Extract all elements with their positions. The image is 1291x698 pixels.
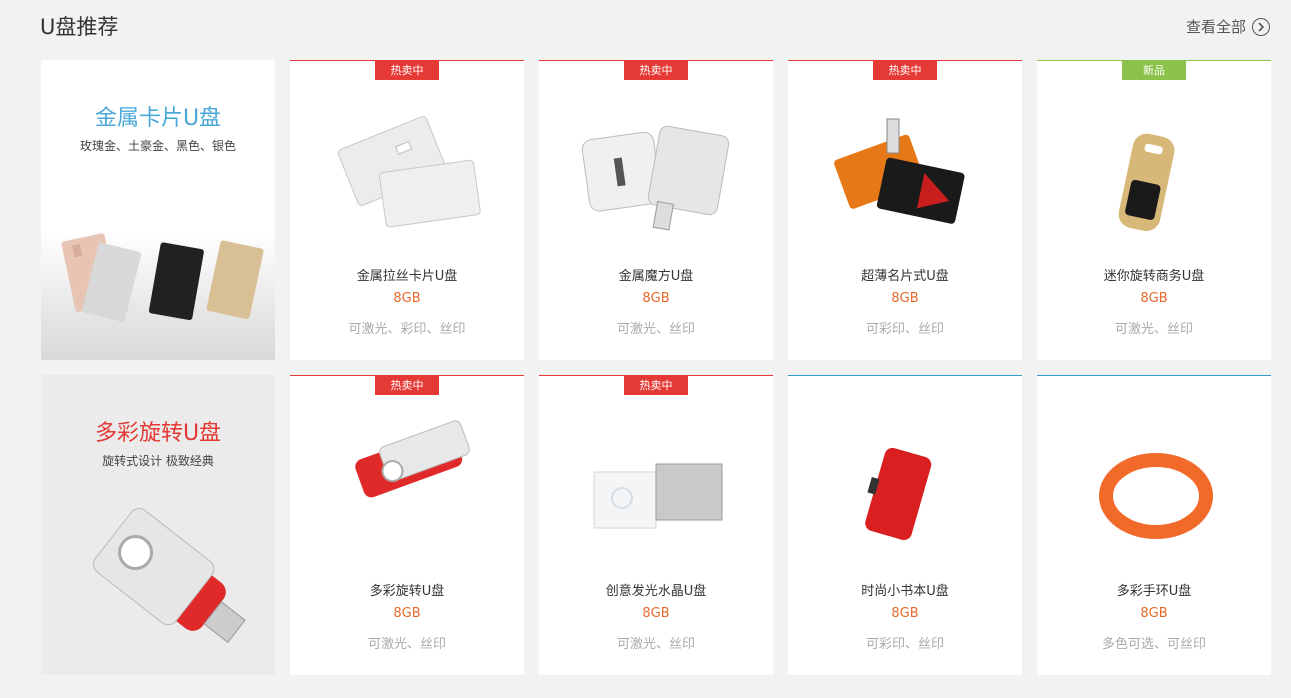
product-image (1118, 133, 1175, 232)
product-desc: 可激光、丝印 (367, 637, 446, 652)
product-card[interactable]: 热卖中 多彩旋转U盘 8GB 可激光、丝印 (290, 375, 524, 675)
hot-badge: 热卖中 (873, 61, 937, 80)
product-image (593, 463, 723, 529)
product-card[interactable]: 热卖中 金属魔方U盘 8GB 可激光、丝印 (539, 60, 773, 360)
product-capacity: 8GB (1140, 291, 1168, 306)
metal-cards-image (41, 230, 275, 360)
product-image (355, 420, 470, 498)
feature-title: 多彩旋转U盘 (94, 421, 222, 446)
product-desc: 可彩印、丝印 (865, 637, 944, 652)
product-image (1099, 453, 1213, 539)
product-card[interactable]: 热卖中 金属拉丝卡片U盘 8GB 可激光、彩印、丝印 (290, 60, 524, 360)
feature-subtitle: 玫瑰金、土豪金、黑色、银色 (79, 139, 236, 153)
product-name: 超薄名片式U盘 (861, 269, 949, 284)
product-name: 金属魔方U盘 (618, 269, 694, 284)
product-capacity: 8GB (1140, 606, 1168, 621)
hot-badge: 热卖中 (375, 61, 439, 80)
product-card[interactable]: 时尚小书本U盘 8GB 可彩印、丝印 (788, 375, 1022, 675)
swivel-drive-image (92, 508, 246, 644)
product-desc: 可激光、彩印、丝印 (348, 322, 466, 337)
section-title: U盘推荐 (40, 15, 119, 39)
view-all-label: 查看全部 (1185, 18, 1246, 36)
product-name: 迷你旋转商务U盘 (1103, 269, 1205, 284)
product-capacity: 8GB (891, 606, 919, 621)
product-name: 时尚小书本U盘 (861, 584, 949, 599)
product-desc: 可激光、丝印 (616, 637, 695, 652)
product-card[interactable]: 多彩手环U盘 8GB 多色可选、可丝印 (1037, 375, 1271, 675)
product-card[interactable]: 新品 迷你旋转商务U盘 8GB 可激光、丝印 (1037, 60, 1271, 360)
product-capacity: 8GB (642, 606, 670, 621)
product-image (834, 118, 965, 224)
product-capacity: 8GB (393, 291, 421, 306)
product-capacity: 8GB (891, 291, 919, 306)
product-capacity: 8GB (393, 606, 421, 621)
chevron-right-icon (1252, 17, 1270, 36)
product-desc: 可激光、丝印 (1114, 322, 1193, 337)
feature-swivel[interactable]: 多彩旋转U盘 旋转式设计 极致经典 (41, 375, 275, 675)
product-desc: 可彩印、丝印 (865, 322, 944, 337)
product-name: 金属拉丝卡片U盘 (356, 269, 458, 284)
product-name: 创意发光水晶U盘 (605, 584, 707, 599)
hot-badge: 热卖中 (375, 376, 439, 395)
product-image (337, 116, 481, 228)
product-name: 多彩手环U盘 (1116, 584, 1192, 599)
product-card[interactable]: 热卖中 创意发光水晶U盘 8GB 可激光、丝印 (539, 375, 773, 675)
view-all-link[interactable]: 查看全部 (1186, 16, 1270, 37)
hot-badge: 热卖中 (624, 376, 688, 395)
product-desc: 可激光、丝印 (616, 322, 695, 337)
product-card[interactable]: 热卖中 超薄名片式U盘 8GB 可彩印、丝印 (788, 60, 1022, 360)
product-name: 多彩旋转U盘 (369, 584, 445, 599)
product-image (865, 447, 932, 541)
hot-badge: 热卖中 (624, 61, 688, 80)
product-image (581, 125, 730, 231)
product-desc: 多色可选、可丝印 (1101, 637, 1206, 652)
feature-metal-card[interactable]: 金属卡片U盘 玫瑰金、土豪金、黑色、银色 (41, 60, 275, 360)
product-capacity: 8GB (642, 291, 670, 306)
new-badge: 新品 (1122, 61, 1186, 80)
feature-title: 金属卡片U盘 (94, 106, 222, 131)
feature-subtitle: 旋转式设计 极致经典 (102, 454, 214, 468)
